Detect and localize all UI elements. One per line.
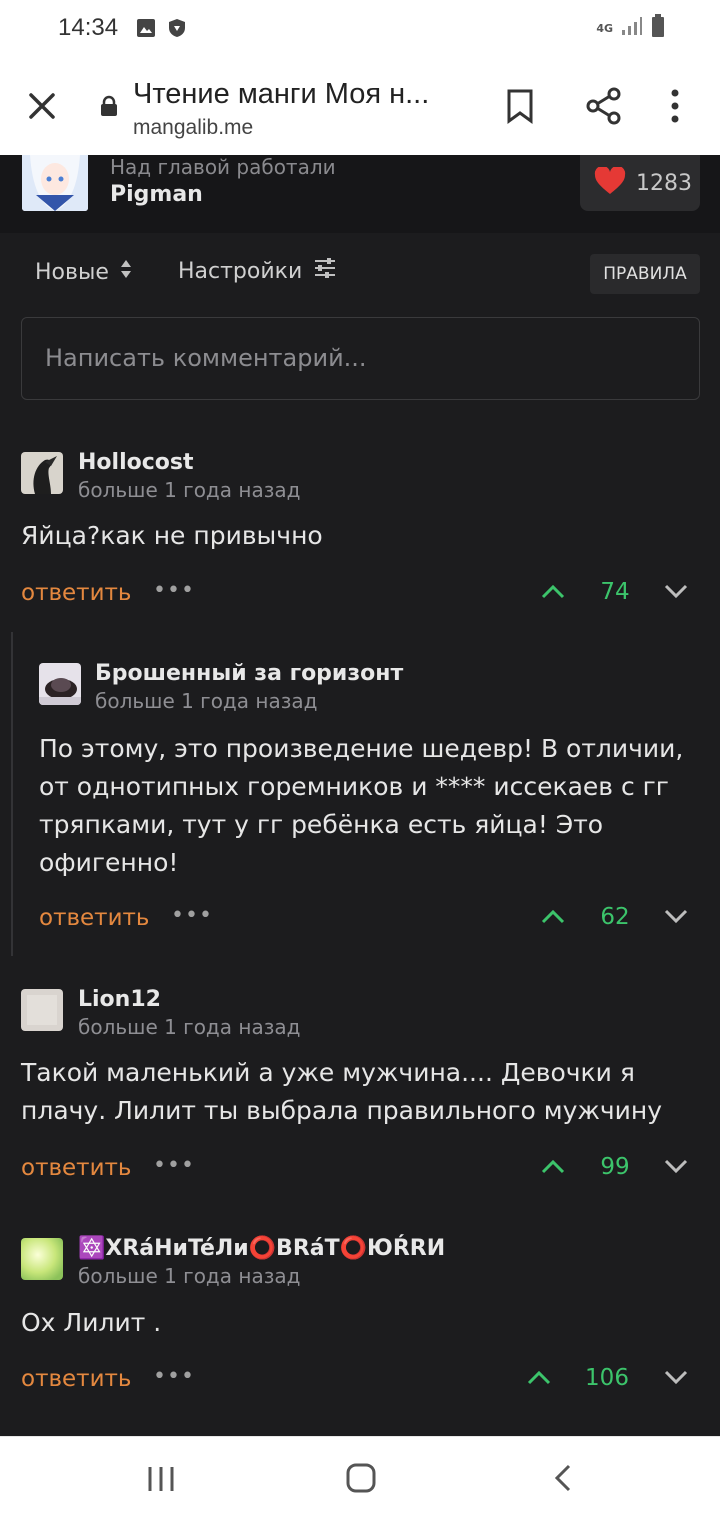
comment-text: Ох Лилит . — [21, 1308, 162, 1337]
rules-button[interactable]: ПРАВИЛА — [590, 254, 700, 294]
shield-icon — [168, 18, 186, 42]
comment-username[interactable]: 🔯XRáHиTéЛи⭕BRáT⭕ЮŔRИ — [78, 1236, 445, 1261]
downvote-icon[interactable] — [663, 908, 689, 930]
comment-text: По этому, это произведение шедевр! В отл… — [39, 734, 684, 877]
downvote-icon[interactable] — [663, 583, 689, 605]
recent-apps-icon[interactable] — [146, 1465, 176, 1497]
settings-label: Настройки — [178, 258, 303, 284]
team-name[interactable]: Pigman — [110, 182, 203, 207]
comment-time: больше 1 года назад — [78, 1264, 301, 1288]
comment-username[interactable]: Lion12 — [78, 987, 161, 1012]
downvote-icon[interactable] — [663, 1158, 689, 1180]
upvote-icon[interactable] — [540, 582, 566, 604]
comment-input[interactable]: Написать комментарий... — [21, 317, 700, 400]
comment-username[interactable]: Hollocost — [78, 450, 194, 475]
more-dots-icon[interactable]: ••• — [153, 1364, 195, 1389]
downvote-icon[interactable] — [663, 1369, 689, 1391]
reply-button[interactable]: ответить — [39, 905, 149, 931]
lock-icon[interactable] — [100, 95, 118, 121]
page-title[interactable]: Чтение манги Моя н... — [133, 78, 429, 111]
share-icon[interactable] — [585, 87, 623, 129]
reply-button[interactable]: ответить — [21, 580, 131, 606]
chapter-credits: Над главой работали Pigman 1283 — [0, 155, 720, 233]
network-type: 4G — [596, 21, 613, 35]
gallery-icon — [136, 18, 156, 42]
vote-score: 99 — [600, 1154, 630, 1180]
like-button[interactable]: 1283 — [580, 155, 700, 211]
comments-toolbar: Новые Настройки ПРАВИЛА — [0, 254, 720, 294]
like-count: 1283 — [636, 170, 692, 196]
more-dots-icon[interactable]: ••• — [153, 578, 195, 603]
sort-label: Новые — [35, 259, 109, 285]
team-avatar[interactable] — [22, 155, 88, 211]
battery-icon — [651, 14, 665, 42]
more-menu-icon[interactable] — [670, 88, 680, 128]
reply-button[interactable]: ответить — [21, 1366, 131, 1392]
vote-score: 106 — [585, 1365, 629, 1391]
heart-icon — [594, 165, 626, 199]
signal-icon — [621, 16, 643, 40]
comment-time: больше 1 года назад — [78, 478, 301, 502]
home-icon[interactable] — [346, 1463, 376, 1497]
more-dots-icon[interactable]: ••• — [153, 1153, 195, 1178]
system-nav-bar — [0, 1436, 720, 1520]
vote-score: 74 — [600, 579, 630, 605]
credits-label: Над главой работали — [110, 155, 336, 179]
status-bar: 14:34 4G — [0, 0, 720, 58]
page-url[interactable]: mangalib.me — [133, 116, 253, 140]
comment-text: Такой маленький а уже мужчина.... Девочк… — [21, 1058, 663, 1125]
reply-button[interactable]: ответить — [21, 1155, 131, 1181]
sort-arrows-icon — [119, 258, 133, 286]
upvote-icon[interactable] — [540, 1157, 566, 1179]
close-icon[interactable] — [26, 90, 58, 126]
back-icon[interactable] — [553, 1464, 573, 1496]
upvote-icon[interactable] — [540, 907, 566, 929]
more-dots-icon[interactable]: ••• — [171, 903, 213, 928]
bookmark-icon[interactable] — [506, 88, 534, 128]
comment-text: Яйца?как не привычно — [21, 521, 323, 550]
user-avatar[interactable] — [39, 663, 81, 705]
vote-score: 62 — [600, 904, 630, 930]
sliders-icon — [314, 258, 336, 284]
browser-toolbar: Чтение манги Моя н... mangalib.me — [0, 58, 720, 155]
comment-username[interactable]: Брошенный за горизонт — [95, 661, 403, 686]
status-time: 14:34 — [58, 14, 119, 41]
upvote-icon[interactable] — [526, 1368, 552, 1390]
settings-button[interactable]: Настройки — [178, 258, 336, 284]
comment-time: больше 1 года назад — [78, 1015, 301, 1039]
user-avatar[interactable] — [21, 452, 63, 494]
user-avatar[interactable] — [21, 1238, 63, 1280]
comment-time: больше 1 года назад — [95, 689, 318, 713]
sort-dropdown[interactable]: Новые — [35, 258, 133, 286]
user-avatar[interactable] — [21, 989, 63, 1031]
thread-line — [11, 632, 13, 956]
